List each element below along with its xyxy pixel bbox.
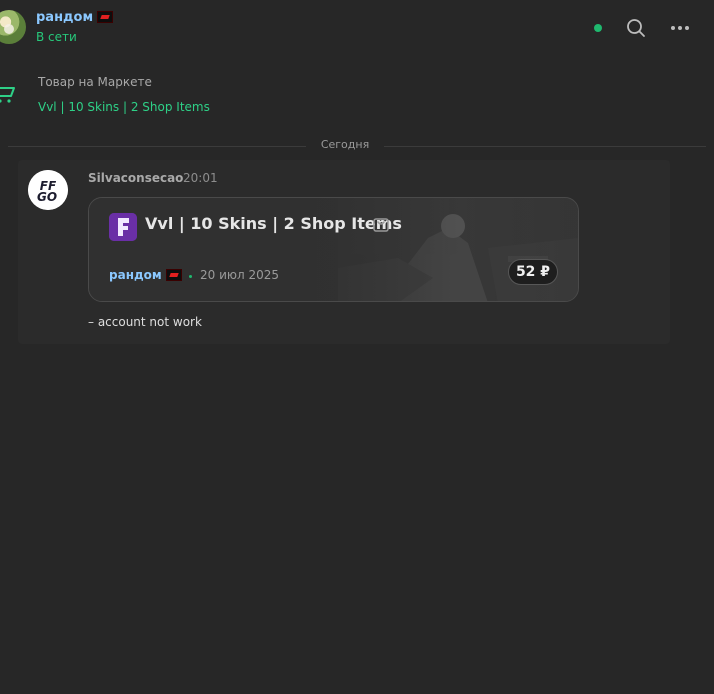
online-indicator-icon xyxy=(189,275,192,278)
cart-icon xyxy=(0,87,15,103)
rank-badge-icon xyxy=(165,268,182,281)
more-dots-icon xyxy=(671,26,689,30)
chat-header: рандом В сети xyxy=(0,0,714,58)
online-indicator-icon xyxy=(594,24,602,32)
chat-message: FF GO Silvaconsecao 20:01 Vvl | 10 Skins… xyxy=(18,160,670,344)
seller-name-text: рандом xyxy=(109,268,162,282)
more-options-button[interactable] xyxy=(668,16,692,40)
market-label: Товар на Маркете xyxy=(38,75,152,89)
message-author[interactable]: Silvaconsecao xyxy=(88,171,183,185)
divider-line xyxy=(384,146,706,147)
sender-avatar[interactable]: FF GO xyxy=(28,170,68,210)
product-card[interactable]: Vvl | 10 Skins | 2 Shop Items рандом 20 … xyxy=(88,197,579,302)
ffgo-logo-icon: FF GO xyxy=(28,170,68,210)
fortnite-icon xyxy=(109,213,137,241)
chat-page: рандом В сети Товар на Маркете Vvl | 10 … xyxy=(0,0,714,694)
header-user-name[interactable]: рандом xyxy=(36,10,114,26)
user-status: В сети xyxy=(36,30,77,44)
divider-line xyxy=(8,146,306,147)
market-item-bar[interactable]: Товар на Маркете Vvl | 10 Skins | 2 Shop… xyxy=(0,68,714,120)
date-divider: Сегодня xyxy=(0,138,714,154)
product-date: 20 июл 2025 xyxy=(200,268,280,282)
seller-name[interactable]: рандом xyxy=(109,268,182,282)
user-name-text: рандом xyxy=(36,10,94,25)
search-button[interactable] xyxy=(624,16,648,40)
product-title: Vvl | 10 Skins | 2 Shop Items xyxy=(145,214,402,233)
shopping-bag-icon xyxy=(373,218,389,232)
svg-text:GO: GO xyxy=(37,190,57,204)
message-text: – account not work xyxy=(88,315,202,329)
divider-label: Сегодня xyxy=(320,138,370,151)
market-product-link[interactable]: Vvl | 10 Skins | 2 Shop Items xyxy=(38,100,210,114)
search-icon xyxy=(627,19,645,37)
avatar[interactable] xyxy=(0,10,26,44)
message-time: 20:01 xyxy=(183,171,218,185)
rank-badge-icon xyxy=(97,10,114,23)
price-badge: 52 ₽ xyxy=(508,259,558,285)
